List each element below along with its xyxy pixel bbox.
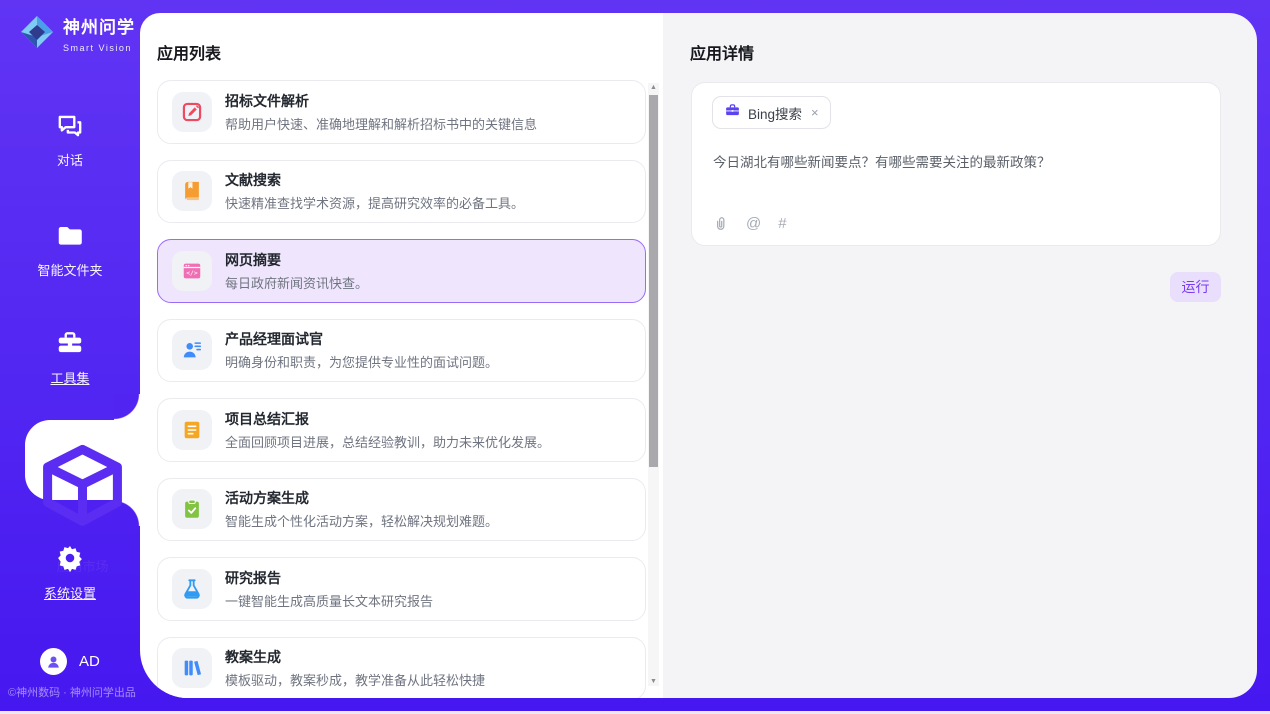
app-card[interactable]: </> 网页摘要 每日政府新闻资讯快查。	[157, 239, 646, 303]
avatar	[40, 648, 67, 675]
briefcase-icon	[55, 328, 85, 358]
sidebar-item-label: 系统设置	[0, 583, 140, 602]
app-title: 活动方案生成	[225, 488, 498, 508]
logo-subtitle: Smart Vision	[63, 43, 132, 53]
logo-title: 神州问学	[63, 18, 135, 37]
app-title: 项目总结汇报	[225, 409, 550, 429]
scroll-down-icon[interactable]: ▼	[648, 678, 659, 685]
app-title: 教案生成	[225, 647, 485, 667]
briefcase-icon	[724, 102, 741, 124]
user-account[interactable]: AD	[40, 648, 100, 675]
sidebar-item-app-market[interactable]: 应用市场	[25, 420, 140, 500]
app-card[interactable]: 产品经理面试官 明确身份和职责，为您提供专业性的面试问题。	[157, 319, 646, 383]
app-list-panel: 应用列表 招标文件解析 帮助用户快速、准确地理解和解析招标书中的关键信息 文献搜…	[140, 13, 663, 698]
tab-curve-top	[114, 394, 140, 420]
sidebar-item-label: 工具集	[0, 368, 140, 387]
app-card-list: 招标文件解析 帮助用户快速、准确地理解和解析招标书中的关键信息 文献搜索 快速精…	[157, 80, 646, 698]
app-description: 每日政府新闻资讯快查。	[225, 273, 368, 292]
svg-text:</>: </>	[186, 269, 198, 277]
tool-tag-bing-search[interactable]: Bing搜索 ×	[712, 96, 831, 129]
logo-gem-icon	[18, 13, 56, 56]
app-title: 产品经理面试官	[225, 329, 498, 349]
app-icon	[172, 489, 212, 529]
sidebar-item-settings[interactable]: 系统设置	[0, 543, 140, 602]
app-card[interactable]: 招标文件解析 帮助用户快速、准确地理解和解析招标书中的关键信息	[157, 80, 646, 144]
app-icon	[172, 569, 212, 609]
copyright-text: ©神州数码 · 神州问学出品	[8, 684, 140, 700]
app-list-title: 应用列表	[157, 40, 221, 64]
app-description: 一键智能生成高质量长文本研究报告	[225, 591, 433, 610]
list-scrollbar[interactable]: ▲ ▼	[648, 83, 659, 686]
scrollbar-thumb[interactable]	[649, 95, 658, 467]
scroll-up-icon[interactable]: ▲	[648, 84, 659, 91]
app-title: 文献搜索	[225, 170, 524, 190]
app-icon	[172, 92, 212, 132]
close-icon[interactable]: ×	[809, 105, 819, 120]
app-icon	[172, 330, 212, 370]
sidebar-item-chat[interactable]: 对话	[0, 110, 140, 169]
app-icon: </>	[172, 251, 212, 291]
run-button[interactable]: 运行	[1170, 272, 1221, 302]
app-card[interactable]: 项目总结汇报 全面回顾项目进展，总结经验教训，助力未来优化发展。	[157, 398, 646, 462]
sidebar: 神州问学 Smart Vision 对话 智能文件夹	[0, 0, 140, 711]
paperclip-icon[interactable]	[712, 215, 729, 232]
chat-icon	[55, 110, 85, 140]
app-card[interactable]: 研究报告 一键智能生成高质量长文本研究报告	[157, 557, 646, 621]
content-area: 应用列表 招标文件解析 帮助用户快速、准确地理解和解析招标书中的关键信息 文献搜…	[140, 13, 1257, 698]
app-description: 全面回顾项目进展，总结经验教训，助力未来优化发展。	[225, 432, 550, 451]
app-card[interactable]: 文献搜索 快速精准查找学术资源，提高研究效率的必备工具。	[157, 160, 646, 224]
app-icon	[172, 648, 212, 688]
app-card[interactable]: 教案生成 模板驱动，教案秒成，教学准备从此轻松快捷	[157, 637, 646, 699]
app-detail-title: 应用详情	[690, 40, 754, 64]
app-detail-panel: 应用详情 Bing搜索 × 今日湖北有哪些新闻要点？有哪些需要关注的最新政策？	[663, 13, 1257, 698]
app-description: 快速精准查找学术资源，提高研究效率的必备工具。	[225, 193, 524, 212]
app-icon	[172, 171, 212, 211]
app-title: 招标文件解析	[225, 91, 537, 111]
sidebar-item-smart-folder[interactable]: 智能文件夹	[0, 220, 140, 279]
app-title: 研究报告	[225, 568, 433, 588]
sidebar-item-label: 智能文件夹	[0, 260, 140, 279]
mention-icon[interactable]: @	[746, 216, 761, 231]
folder-icon	[55, 220, 85, 250]
user-initials: AD	[79, 653, 100, 670]
app-description: 智能生成个性化活动方案，轻松解决规划难题。	[225, 511, 498, 530]
gear-icon	[55, 543, 85, 573]
app-card[interactable]: 活动方案生成 智能生成个性化活动方案，轻松解决规划难题。	[157, 478, 646, 542]
app-title: 网页摘要	[225, 250, 368, 270]
topic-icon[interactable]: #	[778, 216, 786, 231]
tool-tag-label: Bing搜索	[748, 103, 802, 123]
query-input[interactable]: 今日湖北有哪些新闻要点？有哪些需要关注的最新政策？	[713, 151, 1200, 171]
sidebar-item-toolset[interactable]: 工具集	[0, 328, 140, 387]
app-logo: 神州问学 Smart Vision	[18, 13, 140, 56]
attachment-toolbar: @ #	[712, 215, 787, 232]
app-description: 明确身份和职责，为您提供专业性的面试问题。	[225, 352, 498, 371]
query-card: Bing搜索 × 今日湖北有哪些新闻要点？有哪些需要关注的最新政策？ @ #	[691, 82, 1221, 246]
app-icon	[172, 410, 212, 450]
app-description: 模板驱动，教案秒成，教学准备从此轻松快捷	[225, 670, 485, 689]
sidebar-item-label: 对话	[0, 150, 140, 169]
app-description: 帮助用户快速、准确地理解和解析招标书中的关键信息	[225, 114, 537, 133]
